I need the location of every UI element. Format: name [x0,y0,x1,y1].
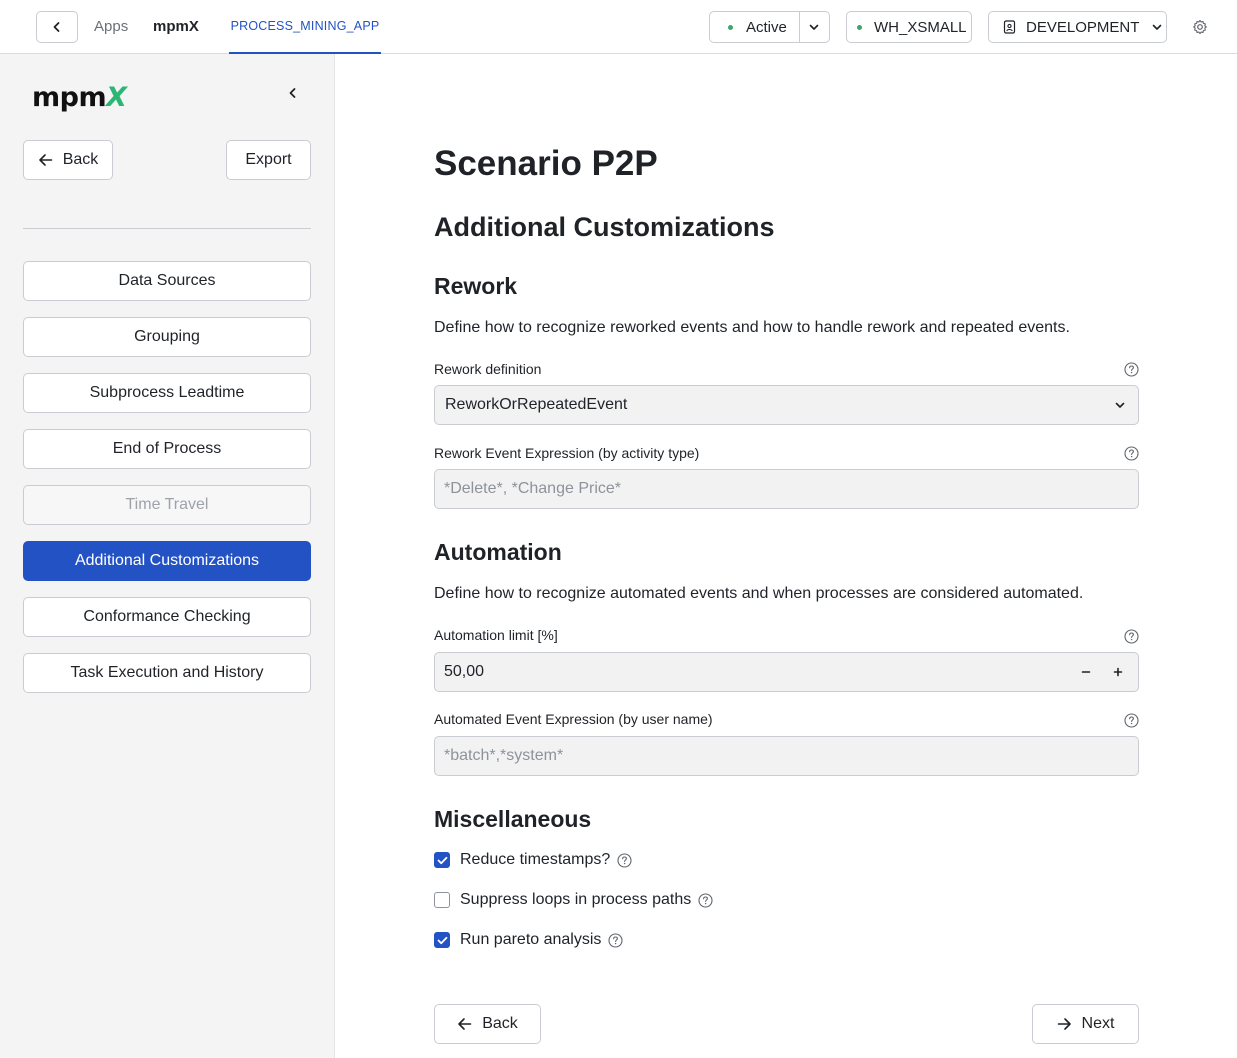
next-button[interactable]: Next [1032,1004,1139,1044]
chevron-down-icon [809,24,819,30]
sidebar: mpm X Back Export Data Sources Grouping S… [0,54,335,1058]
misc-heading: Miscellaneous [434,806,592,832]
sidebar-item-end-of-process[interactable]: End of Process [23,429,311,469]
minus-icon [1081,671,1091,673]
arrow-left-icon [458,1018,472,1030]
rework-expression-label: Rework Event Expression (by activity typ… [434,445,700,461]
rework-definition-help[interactable] [1123,361,1139,377]
rework-heading: Rework [434,273,518,299]
sidebar-item-conformance-checking[interactable]: Conformance Checking [23,597,311,637]
automation-limit-help[interactable] [1123,628,1139,644]
option-pareto-analysis: Run pareto analysis [434,930,623,950]
option-suppress-loops: Suppress loops in process paths [434,890,713,910]
help-icon [617,852,632,868]
tab-process-mining-app[interactable]: PROCESS_MINING_APP [229,0,381,54]
page-subtitle: Additional Customizations [434,212,775,242]
suppress-loops-checkbox[interactable] [434,892,450,908]
pareto-analysis-help[interactable] [608,932,623,948]
footer-back-label: Back [482,1015,518,1032]
pareto-analysis-checkbox[interactable] [434,932,450,948]
status-label: Active [746,18,787,36]
plus-icon [1113,667,1123,677]
checkmark-icon [437,936,447,944]
arrow-left-icon [38,154,53,166]
mpmx-logo: mpm X [32,81,127,113]
sidebar-item-grouping[interactable]: Grouping [23,317,311,357]
rework-expression-help[interactable] [1123,445,1139,461]
footer-back-button[interactable]: Back [434,1004,541,1044]
logo-accent-text: X [106,81,127,113]
increment-button[interactable] [1106,660,1130,684]
automation-limit-value[interactable]: 50,00 [444,663,484,681]
automation-heading: Automation [434,539,562,565]
environment-label: DEVELOPMENT [1026,18,1140,36]
status-button[interactable]: Active [710,12,799,42]
gear-icon [1193,19,1207,35]
help-icon [1123,361,1139,377]
sidebar-item-data-sources[interactable]: Data Sources [23,261,311,301]
breadcrumb-apps[interactable]: Apps [94,18,128,36]
help-icon [1123,712,1139,728]
rework-definition-label: Rework definition [434,361,542,377]
status-dot-icon [728,24,733,30]
automated-expression-help[interactable] [1123,712,1139,728]
help-icon [1123,445,1139,461]
pareto-analysis-label: Run pareto analysis [460,931,602,948]
sidebar-divider [23,228,311,229]
decrement-button[interactable] [1074,660,1098,684]
export-button[interactable]: Export [226,140,311,180]
user-badge-icon [1003,20,1016,34]
logo-main-text: mpm [32,81,107,113]
help-icon [1123,628,1139,644]
reduce-timestamps-label: Reduce timestamps? [460,851,611,868]
rework-expression-field [434,469,1139,509]
sidebar-back-label: Back [62,151,99,168]
sidebar-back-button[interactable]: Back [23,140,113,180]
collapse-sidebar-button[interactable] [282,82,304,104]
warehouse-selector[interactable]: WH_XSMALL [846,11,972,43]
chevron-down-icon [1115,402,1125,408]
warehouse-label: WH_XSMALL [874,18,967,36]
automated-expression-input[interactable] [444,737,1138,775]
rework-definition-select[interactable]: ReworkOrRepeatedEvent [434,385,1139,425]
status-dropdown: Active [709,11,830,43]
automation-description: Define how to recognize automated events… [434,585,1084,602]
top-bar: Apps mpmX PROCESS_MINING_APP Active WH_X… [0,0,1237,54]
arrow-right-icon [1057,1018,1071,1030]
sidebar-item-subprocess-leadtime[interactable]: Subprocess Leadtime [23,373,311,413]
sidebar-item-additional-customizations[interactable]: Additional Customizations [23,541,311,581]
chevron-down-icon [1153,24,1162,30]
next-label: Next [1081,1015,1115,1032]
main-content: Scenario P2P Additional Customizations R… [335,54,1237,1058]
status-menu-button[interactable] [798,12,829,42]
chevron-left-icon [289,88,296,98]
sidebar-item-time-travel: Time Travel [23,485,311,525]
settings-button[interactable] [1189,16,1211,38]
environment-dropdown[interactable]: DEVELOPMENT [988,11,1167,43]
checkmark-icon [437,856,447,864]
sidebar-item-task-execution-history[interactable]: Task Execution and History [23,653,311,693]
rework-expression-input[interactable] [444,470,1138,508]
page-title: Scenario P2P [434,144,658,183]
automated-expression-label: Automated Event Expression (by user name… [434,711,713,727]
warehouse-dot-icon [857,24,862,30]
breadcrumb-mpmx[interactable]: mpmX [153,18,199,36]
chevron-left-icon [53,22,60,32]
automation-limit-label: Automation limit [%] [434,627,558,643]
reduce-timestamps-checkbox[interactable] [434,852,450,868]
rework-definition-value: ReworkOrRepeatedEvent [445,396,628,413]
reduce-timestamps-help[interactable] [617,852,632,868]
option-reduce-timestamps: Reduce timestamps? [434,850,632,870]
help-icon [698,892,713,908]
rework-description: Define how to recognize reworked events … [434,319,1070,336]
suppress-loops-label: Suppress loops in process paths [460,891,692,908]
automation-limit-stepper[interactable]: 50,00 [434,652,1139,692]
help-icon [608,932,623,948]
automated-expression-field [434,736,1139,776]
nav-back-button[interactable] [36,11,78,43]
suppress-loops-help[interactable] [698,892,713,908]
